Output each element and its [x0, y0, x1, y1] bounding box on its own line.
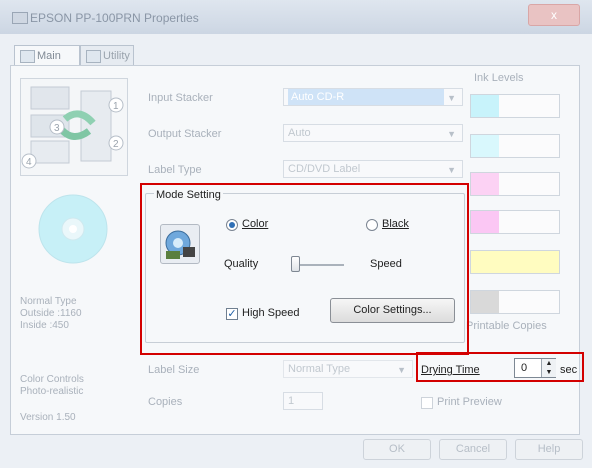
label-type-combo[interactable]: CD/DVD Label ▼ — [283, 160, 463, 178]
ink-level-magenta — [470, 210, 560, 234]
ink-level-black — [470, 290, 560, 314]
ink-level-yellow — [470, 250, 560, 274]
ink-level-light-magenta — [470, 172, 560, 196]
inside-text: Inside :450 — [20, 320, 69, 331]
stacker-diagram-icon: 1 2 3 4 — [20, 78, 128, 176]
copies-input[interactable]: 1 — [283, 392, 323, 410]
label-size-combo[interactable]: Normal Type ▼ — [283, 360, 413, 378]
dropdown-arrow-icon: ▼ — [447, 129, 456, 139]
output-stacker-combo[interactable]: Auto ▼ — [283, 124, 463, 142]
label-size-value: Normal Type — [288, 363, 351, 375]
printable-copies-text: Printable Copies — [466, 320, 547, 332]
stacker-number-1: 1 — [113, 101, 119, 112]
label-size-label: Label Size — [148, 364, 200, 376]
cancel-button[interactable]: Cancel — [439, 439, 507, 460]
dropdown-arrow-icon: ▼ — [397, 365, 406, 375]
ink-fill — [471, 135, 499, 157]
label-type-label: Label Type — [148, 164, 202, 176]
ink-levels-title: Ink Levels — [474, 72, 524, 84]
properties-window: EPSON PP-100PRN Properties x Main Utilit… — [0, 0, 592, 468]
mode-setting-highlight — [140, 183, 469, 355]
color-controls-text: Color Controls — [20, 374, 84, 385]
utility-tab-icon — [86, 50, 101, 63]
ink-fill — [471, 291, 499, 313]
photo-realistic-text: Photo-realistic — [20, 386, 84, 397]
ink-fill — [471, 95, 499, 117]
tab-utility-label: Utility — [103, 50, 130, 62]
stacker-number-2: 2 — [113, 139, 119, 150]
ink-fill — [471, 173, 499, 195]
drying-time-highlight — [416, 352, 584, 382]
version-text: Version 1.50 — [20, 412, 76, 423]
ok-button[interactable]: OK — [363, 439, 431, 460]
input-stacker-label: Input Stacker — [148, 92, 213, 104]
window-title: EPSON PP-100PRN Properties — [30, 11, 199, 25]
dropdown-arrow-icon: ▼ — [447, 93, 456, 103]
input-stacker-combo[interactable]: Auto CD-R ▼ — [283, 88, 463, 106]
normal-type-text: Normal Type — [20, 296, 77, 307]
print-preview-label: Print Preview — [437, 396, 502, 408]
ink-fill — [471, 211, 499, 233]
input-stacker-value: Auto CD-R — [288, 89, 444, 105]
close-button[interactable]: x — [528, 4, 580, 26]
output-stacker-label: Output Stacker — [148, 128, 222, 140]
output-stacker-value: Auto — [288, 127, 311, 139]
cd-disc-icon — [20, 183, 126, 279]
stacker-number-3: 3 — [54, 123, 60, 134]
label-type-value: CD/DVD Label — [288, 163, 361, 175]
tab-main[interactable]: Main — [14, 45, 80, 65]
label-info: Normal Type Outside :1160 Inside :450 — [20, 296, 82, 332]
printer-app-icon — [12, 12, 28, 24]
help-button[interactable]: Help — [515, 439, 583, 460]
copies-value: 1 — [288, 395, 295, 407]
stacker-number-4: 4 — [26, 157, 32, 168]
main-tab-icon — [20, 50, 35, 63]
color-controls-info: Color Controls Photo-realistic — [20, 374, 84, 398]
dropdown-arrow-icon: ▼ — [447, 165, 456, 175]
copies-label: Copies — [148, 396, 183, 408]
ink-level-light-cyan — [470, 134, 560, 158]
tab-utility[interactable]: Utility — [80, 45, 134, 65]
outside-text: Outside :1160 — [20, 308, 82, 319]
print-preview-checkbox[interactable] — [421, 397, 433, 409]
tab-main-label: Main — [37, 50, 61, 62]
ink-fill — [471, 251, 559, 273]
ink-level-cyan — [470, 94, 560, 118]
